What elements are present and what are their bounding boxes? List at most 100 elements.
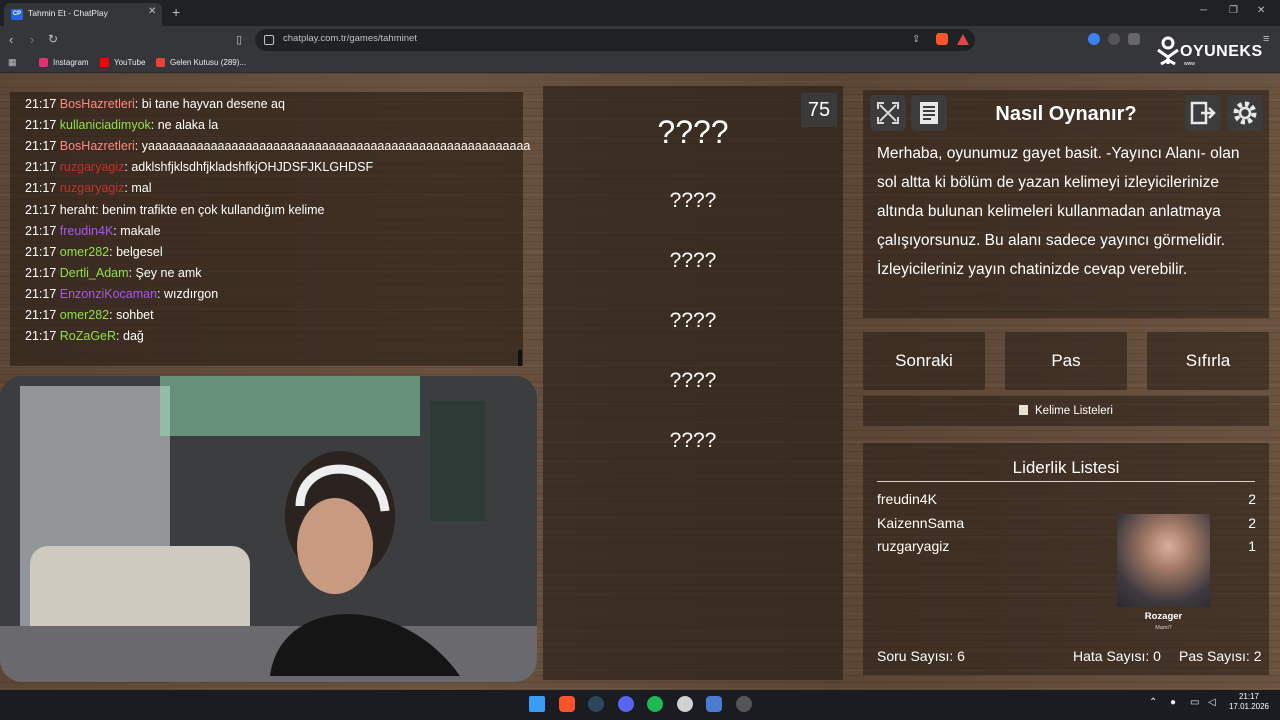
reset-button[interactable]: Sıfırla: [1147, 332, 1269, 390]
leaderboard-row-name: freudin4K: [877, 491, 937, 507]
oyuneks-logo-text: OYUNEKS: [1180, 43, 1263, 60]
extension-icon[interactable]: [1088, 33, 1100, 45]
error-count: Hata Sayısı: 0: [1073, 648, 1161, 664]
volume-icon[interactable]: ◁: [1208, 697, 1216, 708]
tab-close-icon[interactable]: ✕: [148, 6, 156, 17]
chat-username[interactable]: kullaniciadimyok: [60, 118, 151, 132]
apps-grid-icon[interactable]: ▦: [8, 57, 17, 68]
chat-username[interactable]: BosHazretleri: [60, 97, 135, 111]
tray-chevron-icon[interactable]: ⌃: [1149, 697, 1157, 708]
app-icon[interactable]: [706, 696, 722, 712]
pass-count: Pas Sayısı: 2: [1179, 648, 1262, 664]
bookmark-icon[interactable]: ▯: [236, 33, 242, 46]
network-icon[interactable]: ▭: [1190, 697, 1199, 708]
brave-browser-icon[interactable]: [559, 696, 575, 712]
url-text: chatplay.com.tr/games/tahminet: [283, 33, 417, 44]
chat-message: 21:17 freudin4K: makale: [25, 223, 161, 238]
chat-username[interactable]: omer282: [60, 245, 109, 259]
taboo-word-2: ????: [669, 249, 717, 272]
chatplay-favicon-icon: CP: [11, 9, 23, 20]
chat-timestamp: 21:17: [25, 97, 57, 111]
taskbar-clock[interactable]: 21:17 17.01.2026: [1226, 692, 1272, 712]
chat-username[interactable]: BosHazretleri: [60, 139, 135, 153]
microphone-icon[interactable]: ●: [1170, 697, 1176, 708]
question-count: Soru Sayısı: 6: [877, 648, 965, 664]
leaderboard-row-name: ruzgaryagiz: [877, 538, 950, 554]
chat-username[interactable]: ruzgaryagiz: [60, 160, 125, 174]
bookmark-gmail[interactable]: Gelen Kutusu (289)...: [170, 58, 246, 67]
chat-text: yaaaaaaaaaaaaaaaaaaaaaaaaaaaaaaaaaaaaaaa…: [141, 139, 531, 154]
next-button[interactable]: Sonraki: [863, 332, 985, 390]
chat-message: 21:17 Dertli_Adam: Şey ne amk: [25, 265, 202, 280]
chat-text: makale: [120, 223, 161, 238]
extension-icon[interactable]: [1108, 33, 1120, 45]
back-icon[interactable]: ‹: [9, 32, 13, 47]
puzzle-icon[interactable]: [1128, 33, 1140, 45]
chat-text: dağ: [123, 329, 144, 344]
chat-message: 21:17 omer282: sohbet: [25, 308, 154, 322]
pass-button[interactable]: Pas: [1005, 332, 1127, 390]
chat-text: benim trafikte en çok kullandığım kelime: [102, 202, 325, 217]
minimize-icon[interactable]: ─: [1200, 5, 1207, 16]
chat-username[interactable]: EnzonziKocaman: [60, 287, 157, 301]
bookmark-instagram[interactable]: Instagram: [53, 58, 89, 67]
chat-username[interactable]: RoZaGeR: [60, 329, 116, 343]
chat-timestamp: 21:17: [25, 244, 57, 259]
chat-message: 21:17 kullaniciadimyok: ne alaka la: [25, 118, 219, 133]
chat-username[interactable]: freudin4K: [60, 224, 114, 238]
taboo-word-1: ????: [669, 189, 717, 212]
chat-text: Şey ne amk: [135, 265, 202, 280]
oyuneks-logo-sub: www: [1184, 61, 1195, 67]
chat-username[interactable]: Dertli_Adam: [60, 266, 129, 280]
howto-title: Nasıl Oynanır?: [995, 103, 1137, 125]
chat-username[interactable]: omer282: [60, 308, 109, 322]
window-close-icon[interactable]: ✕: [1257, 5, 1265, 16]
reload-icon[interactable]: ↻: [48, 32, 58, 46]
settings-app-icon[interactable]: [677, 696, 693, 712]
leaderboard-title: Liderlik Listesi: [1012, 458, 1120, 477]
windows-start-icon[interactable]: [529, 696, 545, 712]
menu-icon[interactable]: ≡: [1263, 33, 1269, 45]
chat-message: 21:17 omer282: belgesel: [25, 244, 163, 259]
leaderboard-row-score: 1: [1248, 538, 1256, 554]
word-lists-label: Kelime Listeleri: [1035, 405, 1113, 417]
brave-shields-icon[interactable]: [936, 33, 948, 45]
chat-scrollbar[interactable]: [518, 350, 522, 366]
streamer-avatar: [1117, 514, 1210, 607]
chat-username[interactable]: heraht: [60, 203, 95, 217]
brave-rewards-icon[interactable]: [957, 34, 969, 45]
chat-timestamp: 21:17: [25, 181, 57, 196]
share-icon[interactable]: ⇪: [912, 34, 920, 45]
site-settings-icon[interactable]: [264, 35, 274, 45]
discord-icon[interactable]: [618, 696, 634, 712]
chat-timestamp: 21:17: [25, 118, 57, 133]
chat-text: adklshfjklsdhfjkladshfkjOHJDSFJKLGHDSF: [131, 160, 374, 175]
webcam-feed: [0, 376, 537, 682]
chat-timestamp: 21:17: [25, 139, 57, 154]
chat-timestamp: 21:17: [25, 286, 57, 301]
new-tab-button[interactable]: +: [172, 5, 180, 19]
instagram-icon: [39, 58, 48, 67]
streamer-name: Rozager: [1144, 611, 1183, 622]
windows-taskbar: [0, 690, 1280, 720]
timer-badge: 75: [801, 93, 837, 127]
browser-tabbar: [0, 0, 1280, 26]
forward-icon[interactable]: ›: [30, 32, 34, 47]
youtube-icon: [100, 58, 109, 67]
chat-message: 21:17 heraht: benim trafikte en çok kull…: [25, 202, 325, 217]
word-lists-button[interactable]: Kelime Listeleri: [863, 396, 1269, 426]
browser-tab[interactable]: CP Tahmin Et - ChatPlay ✕: [4, 3, 162, 26]
taboo-word-3: ????: [669, 309, 717, 332]
leaderboard-divider: [877, 481, 1255, 482]
leaderboard-row-score: 2: [1248, 491, 1256, 507]
chat-timestamp: 21:17: [25, 202, 57, 217]
bookmark-youtube[interactable]: YouTube: [114, 58, 145, 67]
steam-icon[interactable]: [588, 696, 604, 712]
obs-icon[interactable]: [736, 696, 752, 712]
chat-timestamp: 21:17: [25, 265, 57, 280]
maximize-icon[interactable]: ❐: [1229, 5, 1238, 16]
chat-message: 21:17 RoZaGeR: dağ: [25, 329, 144, 344]
spotify-icon[interactable]: [647, 696, 663, 712]
chat-username[interactable]: ruzgaryagiz: [60, 181, 125, 195]
chat-timestamp: 21:17: [25, 223, 57, 238]
